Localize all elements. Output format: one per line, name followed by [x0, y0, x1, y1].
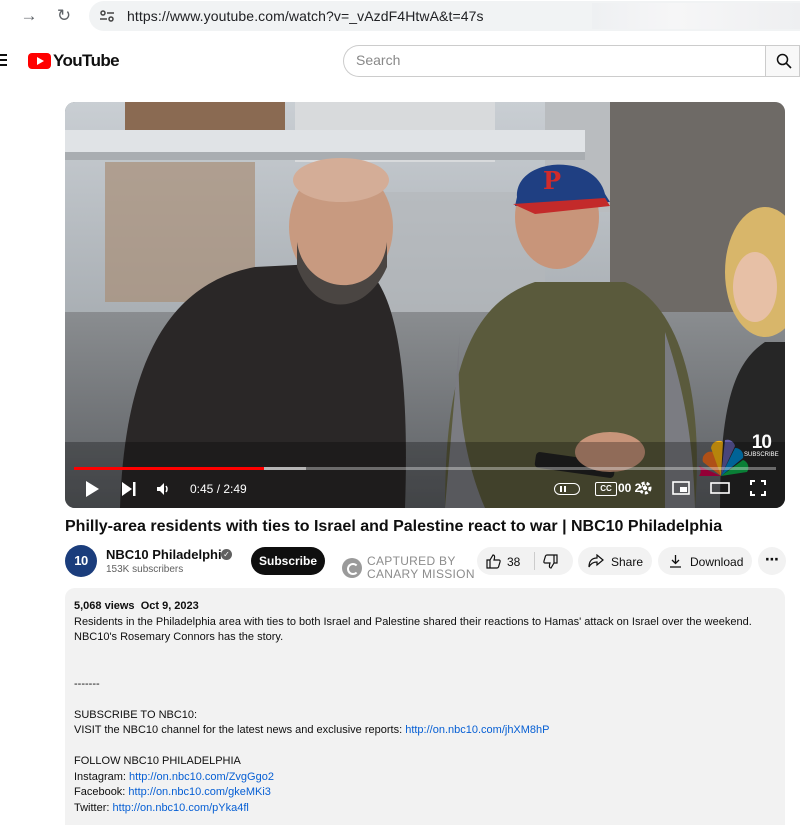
watermark-number: 10: [751, 432, 772, 453]
search-icon: [776, 53, 792, 69]
address-bar[interactable]: https://www.youtube.com/watch?v=_vAzdF4H…: [89, 1, 800, 31]
canary-mission-badge[interactable]: CAPTURED BY CANARY MISSION: [367, 555, 475, 581]
like-icon[interactable]: [486, 554, 501, 569]
subtitles-button[interactable]: CC: [595, 482, 617, 496]
download-label: Download: [690, 555, 744, 569]
play-icon[interactable]: [84, 480, 100, 498]
share-button[interactable]: Share: [578, 547, 652, 575]
video-frame: P: [65, 102, 785, 508]
blurred-region: [592, 3, 800, 29]
search-box: [343, 45, 765, 77]
twitter-line: Twitter: http://on.nbc10.com/pYka4fl: [74, 801, 776, 817]
instagram-line: Instagram: http://on.nbc10.com/ZvgGgo2: [74, 770, 776, 786]
subscribe-heading: SUBSCRIBE TO NBC10:: [74, 708, 198, 721]
played-bar: [74, 467, 264, 470]
download-icon: [670, 555, 681, 568]
facebook-link[interactable]: http://on.nbc10.com/gkeMKi3: [128, 786, 270, 798]
logo-text: YouTube: [53, 51, 120, 70]
share-icon: [588, 554, 604, 568]
description-divider: -------: [74, 677, 100, 690]
fullscreen-icon[interactable]: [750, 480, 766, 496]
theater-mode-icon[interactable]: [710, 482, 730, 494]
facebook-label: Facebook:: [74, 786, 129, 798]
like-dislike-group: 38: [477, 547, 573, 575]
url-text[interactable]: https://www.youtube.com/watch?v=_vAzdF4H…: [127, 8, 484, 24]
svg-text:P: P: [543, 166, 561, 195]
instagram-link[interactable]: http://on.nbc10.com/ZvgGgo2: [129, 771, 274, 783]
badge-line-2: CANARY MISSION: [367, 567, 475, 581]
visit-line: VISIT the NBC10 channel for the latest n…: [74, 723, 776, 739]
channel-name[interactable]: NBC10 Philadelphia: [106, 547, 229, 562]
description-text-line-1: Residents in the Philadelphia area with …: [74, 615, 752, 628]
dislike-icon[interactable]: [543, 554, 558, 569]
subscriber-count: 153K subscribers: [106, 564, 184, 575]
menu-icon[interactable]: [0, 54, 7, 66]
miniplayer-icon[interactable]: [672, 481, 690, 495]
facebook-line: Facebook: http://on.nbc10.com/gkeMKi3: [74, 785, 776, 801]
description-box[interactable]: 5,068 views Oct 9, 2023 Residents in the…: [65, 588, 785, 825]
more-actions-button[interactable]: ⋯: [758, 547, 786, 575]
time-display: 0:45 / 2:49: [190, 482, 247, 496]
instagram-label: Instagram:: [74, 770, 130, 783]
site-settings-icon[interactable]: [99, 8, 115, 24]
settings-gear-icon[interactable]: [637, 480, 653, 496]
progress-bar[interactable]: [74, 467, 776, 470]
view-count: 5,068 views: [74, 600, 135, 612]
visit-link[interactable]: http://on.nbc10.com/jhXM8hP: [405, 724, 549, 736]
volume-icon[interactable]: [156, 482, 172, 496]
channel-watermark[interactable]: 10 SUBSCRIBE: [744, 432, 779, 458]
video-player[interactable]: P 10 SUBSCRIBE 0:45 / 2:49 CC 00 2°: [65, 102, 785, 508]
forward-icon[interactable]: →: [17, 4, 41, 28]
site-header: YouTube: [0, 40, 800, 82]
search-input[interactable]: [356, 52, 736, 68]
description-meta: 5,068 views Oct 9, 2023: [74, 599, 776, 615]
search-button[interactable]: [765, 45, 800, 77]
next-icon[interactable]: [121, 481, 137, 497]
follow-heading: FOLLOW NBC10 PHILADELPHIA: [74, 755, 241, 767]
like-divider: [534, 552, 535, 570]
twitter-label: Twitter:: [74, 801, 113, 814]
video-title: Philly-area residents with ties to Israe…: [65, 518, 723, 535]
visit-text: VISIT the NBC10 channel for the latest n…: [74, 724, 406, 736]
youtube-logo[interactable]: YouTube: [28, 51, 120, 70]
youtube-play-icon: [28, 53, 51, 69]
browser-toolbar: → ↻ https://www.youtube.com/watch?v=_vAz…: [0, 0, 800, 32]
canary-mission-icon: [342, 558, 362, 578]
like-count: 38: [507, 555, 521, 569]
verified-check-icon: ✓: [221, 549, 232, 560]
share-label: Share: [611, 555, 644, 569]
description-text-line-2: NBC10's Rosemary Connors has the story.: [74, 631, 284, 643]
upload-date: Oct 9, 2023: [140, 600, 199, 612]
channel-avatar[interactable]: 10: [65, 545, 97, 577]
reload-icon[interactable]: ↻: [52, 4, 76, 28]
download-button[interactable]: Download: [658, 547, 752, 575]
autoplay-toggle-icon[interactable]: [554, 483, 580, 495]
twitter-link[interactable]: http://on.nbc10.com/pYka4fl: [113, 802, 249, 814]
subscribe-button[interactable]: Subscribe: [251, 547, 325, 575]
watermark-subscribe: SUBSCRIBE: [744, 452, 779, 458]
